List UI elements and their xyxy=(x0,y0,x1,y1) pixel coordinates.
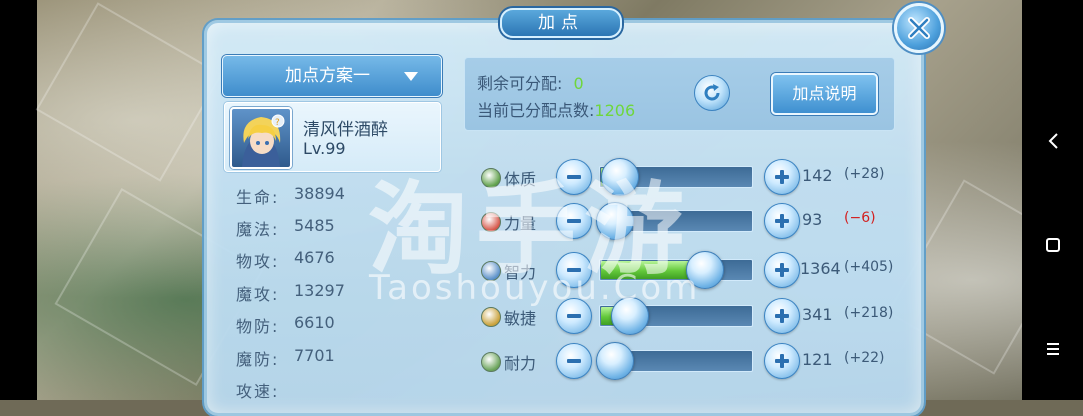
attribute-value: 1364 xyxy=(800,259,841,278)
refresh-icon xyxy=(704,84,720,101)
avatar: ? xyxy=(230,107,292,169)
scheme-dropdown[interactable]: 加点方案一 xyxy=(222,55,442,97)
points-info-box: 剩余可分配: 0 当前已分配点数:1206 加点说明 xyxy=(464,57,895,131)
attribute-value: 121 xyxy=(802,350,833,369)
plus-icon xyxy=(775,354,789,368)
attribute-bonus: (+405) xyxy=(844,259,894,275)
allocated-points-label: 当前已分配点数: xyxy=(477,101,595,120)
chevron-down-icon xyxy=(404,72,418,81)
plus-icon xyxy=(775,309,789,323)
stat-value: 4676 xyxy=(294,248,335,267)
left-letterbox xyxy=(0,0,37,400)
menu-button[interactable] xyxy=(1022,342,1083,356)
attribute-row: 耐力 121 (+22) xyxy=(480,341,920,381)
increase-button[interactable] xyxy=(764,159,800,195)
background-tile xyxy=(35,2,223,182)
attribute-name: 敏捷 xyxy=(504,309,537,328)
plus-icon xyxy=(775,170,789,184)
stat-label: 物攻: xyxy=(236,252,280,271)
remaining-points-value: 0 xyxy=(573,74,584,93)
character-level: Lv.99 xyxy=(303,139,346,158)
close-icon xyxy=(908,17,930,39)
endurance-icon xyxy=(481,352,501,372)
stat-label: 魔攻: xyxy=(236,285,280,304)
stat-value: 13297 xyxy=(294,281,345,300)
stat-label: 攻速: xyxy=(236,382,280,401)
back-button[interactable] xyxy=(1022,132,1083,150)
stat-value: 6610 xyxy=(294,313,335,332)
increase-button[interactable] xyxy=(764,203,800,239)
increase-button[interactable] xyxy=(764,343,800,379)
scheme-label: 加点方案一 xyxy=(285,66,370,86)
remaining-points-label: 剩余可分配: xyxy=(477,74,563,93)
allocated-points: 当前已分配点数:1206 xyxy=(477,97,635,121)
back-icon xyxy=(1048,133,1058,149)
plus-icon xyxy=(775,263,789,277)
remaining-points: 剩余可分配: 0 xyxy=(477,70,584,94)
close-button[interactable] xyxy=(894,3,944,53)
stat-label: 物防: xyxy=(236,317,280,336)
stat-value: 7701 xyxy=(294,346,335,365)
attribute-name: 耐力 xyxy=(504,354,537,373)
dialog-title: 加点 xyxy=(500,8,622,38)
attribute-value: 93 xyxy=(802,210,823,229)
agility-icon xyxy=(481,307,501,327)
attribute-bonus: (+218) xyxy=(844,305,894,321)
allocated-points-value: 1206 xyxy=(594,101,636,120)
menu-icon xyxy=(1046,343,1059,355)
minus-icon xyxy=(567,359,581,363)
increase-button[interactable] xyxy=(764,298,800,334)
attribute-bonus: (−6) xyxy=(844,210,876,226)
explain-button[interactable]: 加点说明 xyxy=(771,73,878,115)
attribute-value: 142 xyxy=(802,166,833,185)
attribute-slider[interactable] xyxy=(596,342,753,380)
slider-handle[interactable] xyxy=(596,342,634,380)
minus-icon xyxy=(567,314,581,318)
attribute-slider[interactable] xyxy=(599,297,753,335)
decrease-button[interactable] xyxy=(556,343,592,379)
attribute-value: 341 xyxy=(802,305,833,324)
reset-button[interactable] xyxy=(694,75,730,111)
plus-icon xyxy=(775,214,789,228)
watermark-url: Taoshouyou.Com xyxy=(369,268,701,308)
svg-text:?: ? xyxy=(275,118,280,128)
attribute-bonus: (+22) xyxy=(844,350,885,366)
stat-label: 魔防: xyxy=(236,350,280,369)
home-icon xyxy=(1045,238,1060,252)
character-portrait: ? xyxy=(242,114,285,167)
character-name: 清风伴酒醉 xyxy=(303,120,388,140)
system-nav-bar xyxy=(1022,0,1083,400)
stat-label: 魔法: xyxy=(236,220,280,239)
attribute-bonus: (+28) xyxy=(844,166,885,182)
stat-label: 生命: xyxy=(236,188,280,207)
home-button[interactable] xyxy=(1022,237,1083,253)
increase-button[interactable] xyxy=(764,252,800,288)
stat-value: 5485 xyxy=(294,216,335,235)
stat-value: 38894 xyxy=(294,184,345,203)
